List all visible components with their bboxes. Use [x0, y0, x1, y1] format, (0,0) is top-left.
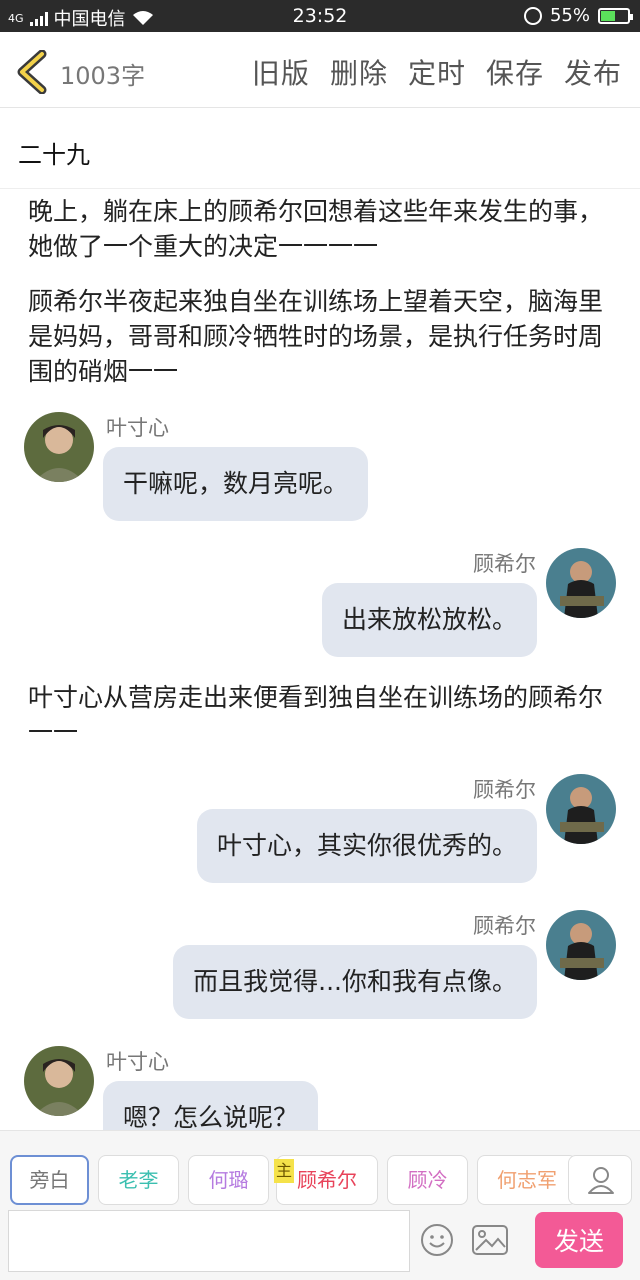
speaker-name: 顾希尔 — [473, 914, 536, 938]
battery-icon — [598, 7, 633, 24]
character-narrator[interactable]: 旁白 — [10, 1155, 89, 1205]
status-right: 55% — [523, 5, 633, 26]
main-character-badge: 主 — [274, 1159, 294, 1183]
chat-message-right[interactable]: 顾希尔 而且我觉得...你和我有点像。 — [0, 906, 640, 1026]
character-gu-leng[interactable]: 顾冷 — [387, 1155, 468, 1205]
status-bar: 4G 中国电信 23:52 55% — [0, 0, 640, 32]
word-count: 1003字 — [60, 62, 146, 90]
message-bubble[interactable]: 嗯？怎么说呢？ — [103, 1081, 319, 1130]
toolbar-actions: 旧版 删除 定时 保存 发布 — [252, 52, 622, 92]
image-icon[interactable] — [472, 1225, 508, 1255]
battery-percent: 55% — [549, 5, 590, 26]
editor-toolbar: 1003字 旧版 删除 定时 保存 发布 — [0, 32, 640, 108]
message-bubble[interactable]: 出来放松放松。 — [321, 583, 537, 657]
input-bar: 发送 — [0, 1208, 640, 1280]
speaker-name: 顾希尔 — [473, 778, 536, 802]
old-version-button[interactable]: 旧版 — [252, 52, 310, 92]
delete-button[interactable]: 删除 — [330, 52, 388, 92]
user-icon — [588, 1167, 614, 1194]
schedule-button[interactable]: 定时 — [408, 52, 466, 92]
chapter-title[interactable]: 二十九 — [0, 109, 640, 189]
story-content[interactable]: 晚上，躺在床上的顾希尔回想着这些年来发生的事，她做了一个重大的决定一一一一 顾希… — [0, 190, 640, 1130]
publish-button[interactable]: 发布 — [564, 52, 622, 92]
avatar-gu-xier[interactable] — [546, 910, 616, 980]
character-lao-li[interactable]: 老李 — [98, 1155, 179, 1205]
speaker-name: 叶寸心 — [106, 1050, 169, 1074]
avatar-gu-xier[interactable] — [546, 774, 616, 844]
avatar-ye-cunxin[interactable] — [24, 412, 94, 482]
avatar-gu-xier[interactable] — [546, 548, 616, 618]
send-button[interactable]: 发送 — [535, 1212, 623, 1268]
chat-message-left[interactable]: 叶寸心 嗯？怎么说呢？ — [0, 1042, 640, 1130]
message-input[interactable] — [8, 1210, 410, 1272]
save-button[interactable]: 保存 — [486, 52, 544, 92]
character-he-lu[interactable]: 何璐 — [188, 1155, 269, 1205]
character-selector: 旁白 老李 何璐 顾希尔 主 顾冷 何志军 — [0, 1130, 640, 1208]
narration-paragraph[interactable]: 顾希尔半夜起来独自坐在训练场上望着天空，脑海里是妈妈，哥哥和顾冷牺牲时的场景，是… — [28, 284, 620, 389]
narration-paragraph[interactable]: 叶寸心从营房走出来便看到独自坐在训练场的顾希尔一一 — [28, 680, 620, 750]
chat-message-right[interactable]: 顾希尔 出来放松放松。 — [0, 544, 640, 664]
rotation-lock-icon — [523, 6, 542, 25]
narration-paragraph[interactable]: 晚上，躺在床上的顾希尔回想着这些年来发生的事，她做了一个重大的决定一一一一 — [28, 194, 620, 264]
battery-fill — [601, 10, 616, 21]
chat-message-right[interactable]: 顾希尔 叶寸心，其实你很优秀的。 — [0, 770, 640, 890]
message-bubble[interactable]: 叶寸心，其实你很优秀的。 — [196, 809, 537, 883]
emoji-icon[interactable] — [420, 1223, 454, 1257]
speaker-name: 叶寸心 — [106, 416, 169, 440]
speaker-name: 顾希尔 — [473, 552, 536, 576]
chat-message-left[interactable]: 叶寸心 干嘛呢，数月亮呢。 — [0, 408, 640, 528]
character-he-zhijun[interactable]: 何志军 — [477, 1155, 577, 1205]
back-icon[interactable] — [14, 50, 54, 94]
avatar-ye-cunxin[interactable] — [24, 1046, 94, 1116]
add-character-button[interactable] — [568, 1155, 632, 1205]
message-bubble[interactable]: 干嘛呢，数月亮呢。 — [103, 447, 369, 521]
message-bubble[interactable]: 而且我觉得...你和我有点像。 — [173, 945, 537, 1019]
